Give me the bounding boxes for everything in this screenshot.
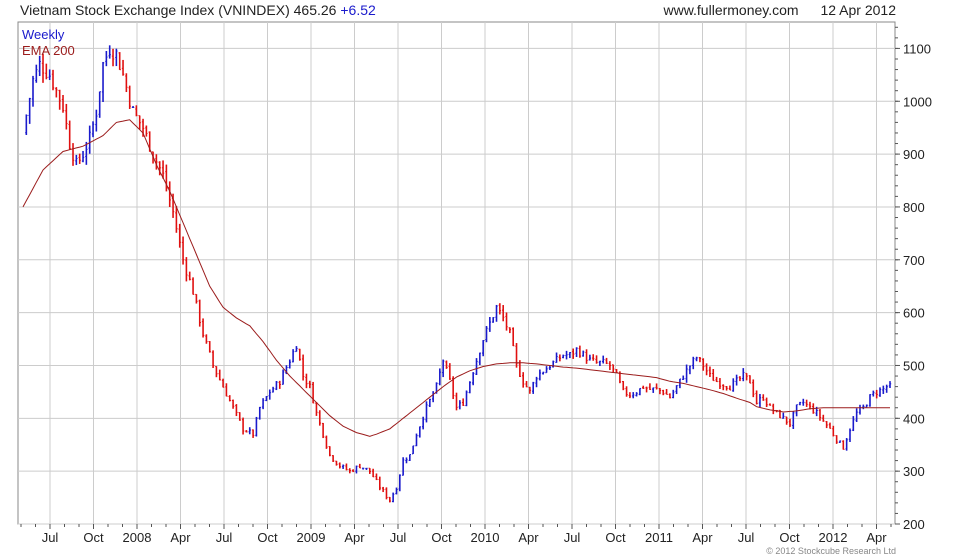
y-tick-label: 1100 xyxy=(903,41,931,56)
x-tick-label: Oct xyxy=(83,530,104,545)
x-tick-label: Apr xyxy=(692,530,713,545)
x-tick-label: Jul xyxy=(564,530,581,545)
x-tick-label: 2011 xyxy=(645,530,673,545)
x-tick-label: Oct xyxy=(779,530,800,545)
x-tick-label: 2008 xyxy=(123,530,152,545)
chart-svg: 200 300 400 500 600 700 800 900 1000 1100 Jul Oct 20… xyxy=(17,21,932,545)
y-tick-label: 700 xyxy=(903,253,925,268)
x-tick-label: Oct xyxy=(431,530,452,545)
y-tick-label: 400 xyxy=(903,411,925,426)
x-tick-label: 2009 xyxy=(297,530,326,545)
plot-frame xyxy=(17,21,896,525)
x-tick-label: Jul xyxy=(738,530,755,545)
x-tick-label: Apr xyxy=(170,530,191,545)
x-tick-label: Apr xyxy=(344,530,365,545)
y-tick-label: 600 xyxy=(903,306,925,321)
x-tick-label: Oct xyxy=(605,530,626,545)
x-tick-label: Jul xyxy=(216,530,233,545)
x-tick-label: Jul xyxy=(42,530,59,545)
y-tick-label: 500 xyxy=(903,358,925,373)
legend-label: EMA 200 xyxy=(22,43,75,58)
legend-label: Weekly xyxy=(22,27,65,42)
y-tick-label: 300 xyxy=(903,464,925,479)
copyright-notice: © 2012 Stockcube Research Ltd xyxy=(766,546,896,556)
x-tick-label: Apr xyxy=(518,530,539,545)
y-tick-label: 200 xyxy=(903,517,925,532)
y-tick-label: 900 xyxy=(903,147,925,162)
x-tick-label: Oct xyxy=(257,530,278,545)
y-tick-label: 1000 xyxy=(903,94,932,109)
x-tick-label: 2010 xyxy=(471,530,500,545)
x-tick-label: Jul xyxy=(390,530,407,545)
x-tick-label: Apr xyxy=(866,530,887,545)
y-tick-label: 800 xyxy=(903,200,925,215)
x-tick-label: 2012 xyxy=(819,530,848,545)
